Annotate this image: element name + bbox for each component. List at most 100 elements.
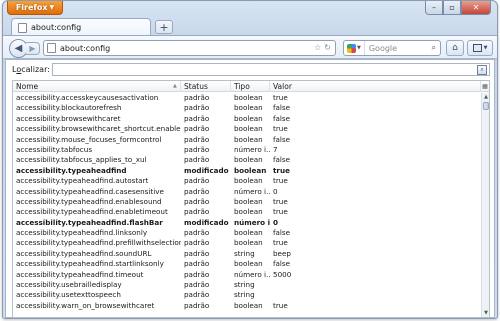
table-row[interactable]: accessibility.browsewithcaret_shortcut.e…: [13, 124, 483, 134]
about-config-page: Localizar: ⌕ Nome ▲ Status Tipo Valor ▦ …: [5, 59, 495, 318]
new-tab-button[interactable]: +: [155, 20, 173, 34]
scroll-up-icon[interactable]: ▲: [482, 93, 489, 101]
table-row[interactable]: accessibility.usetexttospeech padrão strin…: [13, 290, 483, 300]
pref-value: false: [273, 134, 291, 144]
table-row[interactable]: accessibility.typeaheadfind.enablesound p…: [13, 197, 483, 207]
pref-type: string: [234, 290, 255, 300]
chevron-down-icon: ▼: [483, 45, 488, 51]
search-input[interactable]: Google: [365, 44, 432, 53]
column-header-value[interactable]: Valor: [270, 81, 483, 92]
table-row[interactable]: accessibility.browsewithcaret padrão boole…: [13, 114, 483, 124]
scrollbar-thumb[interactable]: [483, 102, 489, 110]
search-engine-selector[interactable]: ▼: [344, 41, 365, 55]
bookmarks-button[interactable]: ▼: [467, 40, 493, 56]
minimize-button[interactable]: –: [425, 1, 443, 15]
table-row[interactable]: accessibility.typeaheadfind.flashBar modi…: [13, 218, 483, 228]
pref-type: string: [234, 248, 255, 258]
table-row[interactable]: accessibility.tabfocus_applies_to_xul pad…: [13, 155, 483, 165]
pref-type: número i...: [234, 144, 270, 154]
pref-type: boolean: [234, 176, 263, 186]
search-icon[interactable]: ⌕: [432, 43, 440, 53]
pref-value: false: [273, 259, 291, 269]
table-row[interactable]: accessibility.blockautorefresh padrão bool…: [13, 103, 483, 113]
pref-value: 5000: [273, 269, 292, 279]
pref-type: número i...: [234, 269, 270, 279]
pref-name: accessibility.blockautorefresh: [16, 103, 122, 113]
pref-name: accessibility.typeaheadfind.startlinkson…: [16, 259, 164, 269]
pref-type: boolean: [234, 228, 263, 238]
pref-type: boolean: [234, 93, 263, 102]
table-row[interactable]: accessibility.mouse_focuses_formcontrol p…: [13, 135, 483, 145]
pref-name: accessibility.typeaheadfind.timeout: [16, 269, 144, 279]
firefox-menu-button[interactable]: Firefox ▼: [7, 1, 63, 15]
pref-name: accessibility.usebrailledisplay: [16, 280, 122, 290]
table-row[interactable]: accessibility.typeaheadfind.enabletimeou…: [13, 207, 483, 217]
pref-status: padrão: [184, 155, 210, 165]
maximize-button[interactable]: ▫: [443, 1, 461, 15]
sort-ascending-icon: ▲: [173, 83, 177, 89]
column-header-name[interactable]: Nome: [13, 81, 181, 92]
google-icon: [347, 43, 356, 53]
pref-type: boolean: [234, 103, 263, 113]
pref-status: padrão: [184, 228, 210, 238]
table-row[interactable]: accessibility.typeaheadfind.linksonly pad…: [13, 228, 483, 238]
column-picker-icon[interactable]: ▦: [480, 81, 489, 92]
pref-status: padrão: [184, 113, 210, 123]
home-icon: ⌂: [452, 43, 458, 53]
bookmark-star-icon[interactable]: ☆: [314, 43, 321, 52]
pref-value: true: [273, 300, 288, 310]
table-row[interactable]: accessibility.usebrailledisplay padrão str…: [13, 280, 483, 290]
reload-icon[interactable]: ↻: [324, 43, 331, 52]
pref-name: accessibility.typeaheadfind.autostart: [16, 176, 149, 186]
search-icon[interactable]: ⌕: [477, 65, 487, 75]
pref-status: padrão: [184, 103, 210, 113]
pref-name: accessibility.browsewithcaret_shortcut.e…: [16, 124, 181, 134]
pref-value: 0: [273, 217, 279, 227]
back-arrow-icon: ◀: [14, 43, 23, 54]
pref-value: false: [273, 228, 291, 238]
table-row[interactable]: accessibility.typeaheadfind modificado boo…: [13, 166, 483, 176]
column-header-type[interactable]: Tipo: [231, 81, 270, 92]
pref-name: accessibility.usetexttospeech: [16, 290, 121, 300]
pref-status: padrão: [184, 124, 210, 134]
pref-type: número i...: [234, 217, 270, 227]
table-row[interactable]: accessibility.typeaheadfind.timeout padrã…: [13, 270, 483, 280]
pref-name: accessibility.typeaheadfind.flashBar: [16, 217, 163, 227]
table-header: Nome ▲ Status Tipo Valor ▦: [13, 81, 489, 92]
table-row[interactable]: accessibility.accesskeycausesactivation p…: [13, 93, 483, 103]
tab-about-config[interactable]: about:config: [11, 18, 151, 36]
close-window-button[interactable]: ✕: [461, 1, 491, 15]
pref-type: boolean: [234, 113, 263, 123]
pref-type: boolean: [234, 207, 263, 217]
vertical-scrollbar[interactable]: ▲ ▼: [481, 93, 489, 317]
pref-status: padrão: [184, 269, 210, 279]
home-button[interactable]: ⌂: [446, 40, 464, 56]
pref-status: padrão: [184, 144, 210, 154]
pref-status: padrão: [184, 290, 210, 300]
url-text[interactable]: about:config: [60, 44, 110, 53]
forward-button[interactable]: ▶: [26, 42, 40, 55]
filter-input[interactable]: ⌕: [52, 63, 490, 76]
pref-name: accessibility.typeaheadfind.prefillwiths…: [16, 238, 181, 248]
table-row[interactable]: accessibility.warn_on_browsewithcaret pad…: [13, 301, 483, 311]
site-identity-icon[interactable]: [47, 43, 56, 53]
table-row[interactable]: accessibility.typeaheadfind.autostart pad…: [13, 176, 483, 186]
pref-name: accessibility.typeaheadfind.soundURL: [16, 248, 152, 258]
url-bar[interactable]: about:config ☆ ↻: [43, 40, 336, 56]
scroll-down-icon[interactable]: ▼: [482, 309, 489, 317]
table-row[interactable]: accessibility.tabfocus padrão número i... 7: [13, 145, 483, 155]
table-row[interactable]: accessibility.typeaheadfind.soundURL padr…: [13, 249, 483, 259]
table-row[interactable]: accessibility.typeaheadfind.casesensitiv…: [13, 187, 483, 197]
pref-value: 7: [273, 144, 278, 154]
table-row[interactable]: accessibility.typeaheadfind.startlinkson…: [13, 259, 483, 269]
pref-type: string: [234, 280, 255, 290]
pref-status: padrão: [184, 186, 210, 196]
pref-status: padrão: [184, 280, 210, 290]
pref-status: padrão: [184, 207, 210, 217]
column-header-status[interactable]: Status: [181, 81, 231, 92]
pref-name: accessibility.tabfocus_applies_to_xul: [16, 155, 147, 165]
table-row[interactable]: accessibility.typeaheadfind.prefillwiths…: [13, 238, 483, 248]
chevron-down-icon: ▼: [357, 45, 361, 51]
search-bar[interactable]: ▼ Google ⌕: [343, 40, 441, 56]
navigation-toolbar: ◀ ▶ about:config ☆ ↻ ▼ Google ⌕ ⌂ ▼: [3, 35, 497, 59]
